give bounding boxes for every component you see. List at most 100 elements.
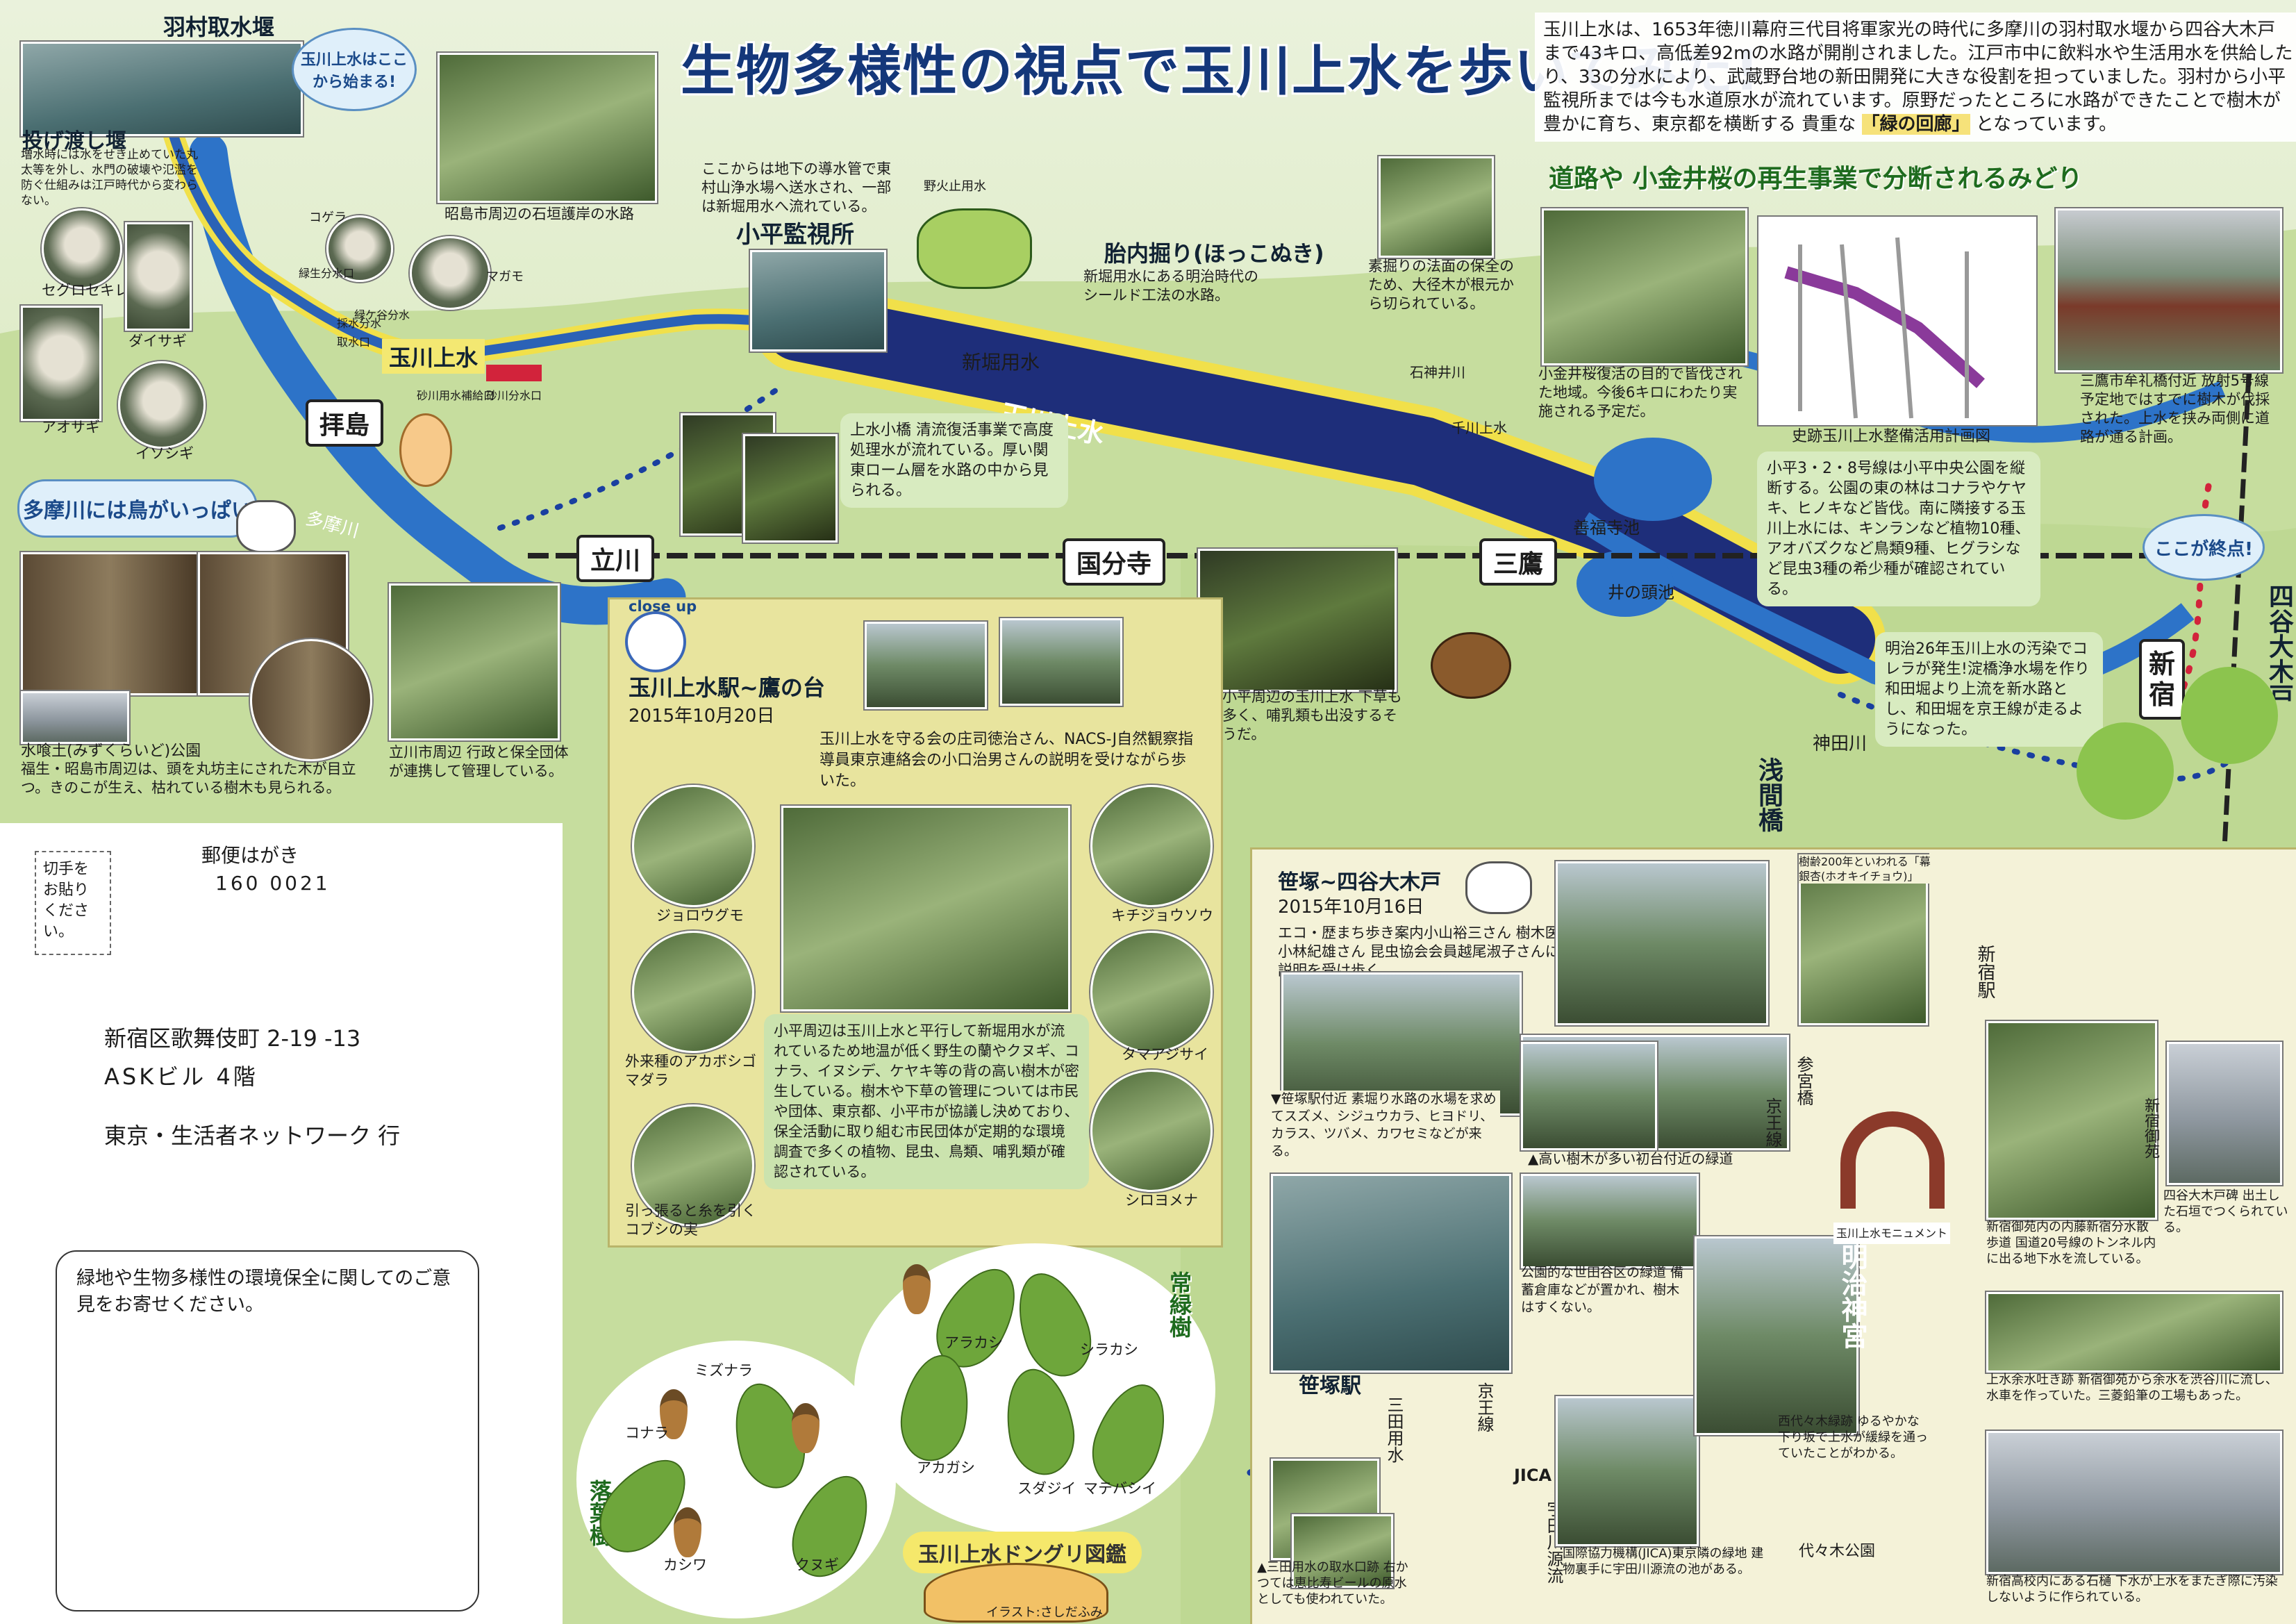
caption-e: 国際協力機構(JICA)東京隣の緑地 建物裏手に宇田川源流の池がある。 xyxy=(1563,1546,1764,1577)
sangubashi-label: 参宮橋 xyxy=(1794,1056,1813,1106)
acorn-name-8: スダジイ xyxy=(1017,1480,1076,1497)
bunsui-1: 緑生分水口 xyxy=(299,267,355,280)
shinbori-label: 新堀用水 xyxy=(962,351,1040,374)
comment-prompt: 緑地や生物多様性の環境保全に関してのご意見をお寄せください。 xyxy=(76,1268,451,1316)
bird-photo-6 xyxy=(410,236,490,310)
stamp-text: 切手をお貼りください。 xyxy=(43,861,90,941)
plan-map xyxy=(1757,215,2038,426)
intro-tail: となっています。 xyxy=(1975,114,2118,135)
acorn-name-1: ミズナラ xyxy=(694,1362,753,1379)
station-mitaka[interactable]: 三鷹 xyxy=(1479,538,1558,586)
tachikawa-note: 立川市周辺 行政と保全団体が連携して管理している。 xyxy=(389,744,569,779)
koganei-photo xyxy=(1542,208,1747,365)
panel2-photo-2 xyxy=(1556,861,1768,1025)
kodaira-dark-note: 小平周辺の玉川上水 下草も多く、哺乳類も出没するそうだ。 xyxy=(1222,688,1402,743)
shakuji-label: 石神井川 xyxy=(1410,364,1465,381)
panel2-photo-4 xyxy=(1521,1042,1657,1150)
species-name-2: 外来種のアカボシゴマダラ xyxy=(625,1053,756,1088)
mitaka-photo xyxy=(2056,208,2282,372)
yoyogi-label: 代々木公園 xyxy=(1799,1543,1876,1560)
panel2-photo-school xyxy=(1986,1431,2282,1574)
mizukui-photo-3 xyxy=(250,639,372,761)
station-shinjuku[interactable]: 新宿 xyxy=(2139,639,2185,720)
nobidome-label: 野火止用水 xyxy=(924,179,986,194)
monument-caption: 玉川上水モニュメント xyxy=(1833,1223,1951,1244)
kodaira-label: 小平監視所 xyxy=(736,221,854,249)
ginkgo-caption: 樹齢200年といわれる「幕銀杏(ホオキイチョウ)」 xyxy=(1799,854,1938,884)
panel1-date: 2015年10月20日 xyxy=(629,706,775,727)
panel2-date: 2015年10月16日 xyxy=(1278,897,1424,918)
illustrator-credit: イラスト:さしだふみ xyxy=(986,1605,1103,1620)
species-name-6: シロヨメナ xyxy=(1125,1192,1198,1209)
shinjuku-st-label: 新宿駅 xyxy=(1974,945,1995,999)
sunagawa-mark xyxy=(486,365,542,381)
station-kokubunji[interactable]: 国分寺 xyxy=(1063,538,1166,586)
plan-route xyxy=(1784,266,1985,388)
panel2-title: 笹塚~四谷大木戸 xyxy=(1278,870,1442,895)
station-sasazuka[interactable]: 笹塚駅 xyxy=(1299,1368,1361,1399)
species-name-1: ジョロウグモ xyxy=(656,907,744,924)
zenpukuji-label: 善福寺池 xyxy=(1573,518,1640,538)
species-name-5: タマアジサイ xyxy=(1122,1046,1209,1063)
shinjuku-note: 新宿御苑内の内藤新宿分水散歩道 国道20号線のトンネル内に出る地下水を流している… xyxy=(1986,1220,2156,1266)
inokashira-label: 井の頭池 xyxy=(1608,583,1674,602)
mitaka-note: 三鷹市牟礼橋付近 放射5号線予定地ではすでに樹木が伐採された。上水を挟み両側に道… xyxy=(2080,372,2270,445)
panel2-photo-yosui xyxy=(1986,1292,2282,1373)
tamagawa-josui-label: 玉川上水 xyxy=(382,339,485,374)
bird-name-3: アオサギ xyxy=(42,419,100,436)
bird-name-4: イソシギ xyxy=(135,445,194,462)
acorn-name-4: クヌギ xyxy=(795,1557,839,1573)
postcard-address2: ASKビル 4階 xyxy=(104,1063,258,1090)
mita-label: 三田用水 xyxy=(1384,1396,1404,1463)
map-page: { "title": "生物多様性の視点で玉川上水を歩いてみた!", "intr… xyxy=(0,0,2296,1624)
postcard-zip: 160 0021 xyxy=(215,872,331,895)
kid-illustration-1 xyxy=(399,413,452,487)
acorn-name-5: アラカシ xyxy=(945,1334,1003,1351)
keio-label-2: 京王線 xyxy=(1763,1097,1782,1147)
kodaira-dark-photo xyxy=(1198,549,1397,692)
close-up-illustration xyxy=(917,208,1032,289)
bird-name-6: マガモ xyxy=(486,270,524,284)
kodaira-photo xyxy=(750,250,886,351)
kodaira-note: ここからは地下の導水管で東村山浄水場へ送水され、一部は新堀用水へ流れている。 xyxy=(701,160,892,215)
plan-roads xyxy=(1798,237,1969,419)
kanda-label: 神田川 xyxy=(1813,734,1867,754)
caption-c: 公園的な世田谷区の緑道 備蓄倉庫などが置かれ、樹木はすくない。 xyxy=(1521,1265,1684,1315)
start-bubble: 玉川上水はここから始まる! xyxy=(292,28,417,111)
koganei-note: 小金井桜復活の目的で皆伐された地域。今後6キロにわたり実施される予定だ。 xyxy=(1538,365,1742,420)
station-haijima[interactable]: 拝島 xyxy=(306,399,384,447)
asama-label: 浅間橋 xyxy=(1754,757,1783,832)
acorn-name-9: マテバシイ xyxy=(1083,1480,1156,1497)
caption-d: ▲三田用水の取水口跡 右かつては恵比寿ビールの原水としても使われていた。 xyxy=(1257,1560,1408,1607)
hamura-label: 羽村取水堰 xyxy=(163,14,275,40)
bird-name-5: コゲラ xyxy=(309,210,347,225)
yosui-note: 上水余水吐き跡 新宿御苑から余水を渋谷川に流し、水車を作っていた。三菱鉛筆の工場… xyxy=(1986,1373,2278,1403)
acorn-name-2: コナラ xyxy=(625,1425,669,1441)
kodaira328-note: 小平3・2・8号線は小平中央公園を縦断する。公園の東の林はコナラやケヤキ、ヒノキ… xyxy=(1757,451,2040,606)
acorn-name-7: アカガシ xyxy=(917,1459,975,1476)
jouwa-note: 上水小橋 清流復活事業で高度処理水が流れている。厚い関東ローム層を水路の中から見… xyxy=(840,413,1068,508)
species-photo-5 xyxy=(1090,931,1213,1053)
caption-f: 西代々木緑跡 ゆるやかな下り坂で上水が緩緑を通っていたことがわかる。 xyxy=(1778,1414,1928,1461)
species-photo-1 xyxy=(632,785,754,907)
postcard-label: 郵便はがき xyxy=(201,844,299,867)
bunsui-4: 砂川用水補給口 xyxy=(417,389,495,402)
plan-map-svg xyxy=(1784,237,1985,419)
species-photo-4 xyxy=(1090,785,1213,907)
zenpukuji-pond xyxy=(1594,438,1712,521)
green-heading: 道路や 小金井桜の再生事業で分断されるみどり xyxy=(1549,165,2083,193)
panel1-title: 玉川上水駅~鷹の台 xyxy=(629,674,825,701)
bird-photo-3 xyxy=(21,306,101,421)
bunsui-5: 砂川分水口 xyxy=(486,389,542,402)
mizukui-title: 水喰土(みずくらいど)公園 xyxy=(21,743,201,760)
senkawa-label: 千川上水 xyxy=(1451,420,1507,436)
plan-caption: 史跡玉川上水整備活用計画図 xyxy=(1792,428,1991,445)
species-photo-6 xyxy=(1090,1070,1213,1192)
comment-box[interactable]: 緑地や生物多様性の環境保全に関してのご意見をお寄せください。 xyxy=(56,1250,479,1611)
panel1-intro: 玉川上水を守る会の庄司徳治さん、NACS-J自然観察指導員東京連絡会の小口治男さ… xyxy=(820,731,1194,790)
jouwa-photo-2 xyxy=(743,434,838,542)
species-name-4: キチジョウソウ xyxy=(1111,907,1213,924)
bird-photo-1 xyxy=(42,208,122,289)
station-tachikawa[interactable]: 立川 xyxy=(576,535,655,582)
panel1-photo-1 xyxy=(865,622,987,709)
